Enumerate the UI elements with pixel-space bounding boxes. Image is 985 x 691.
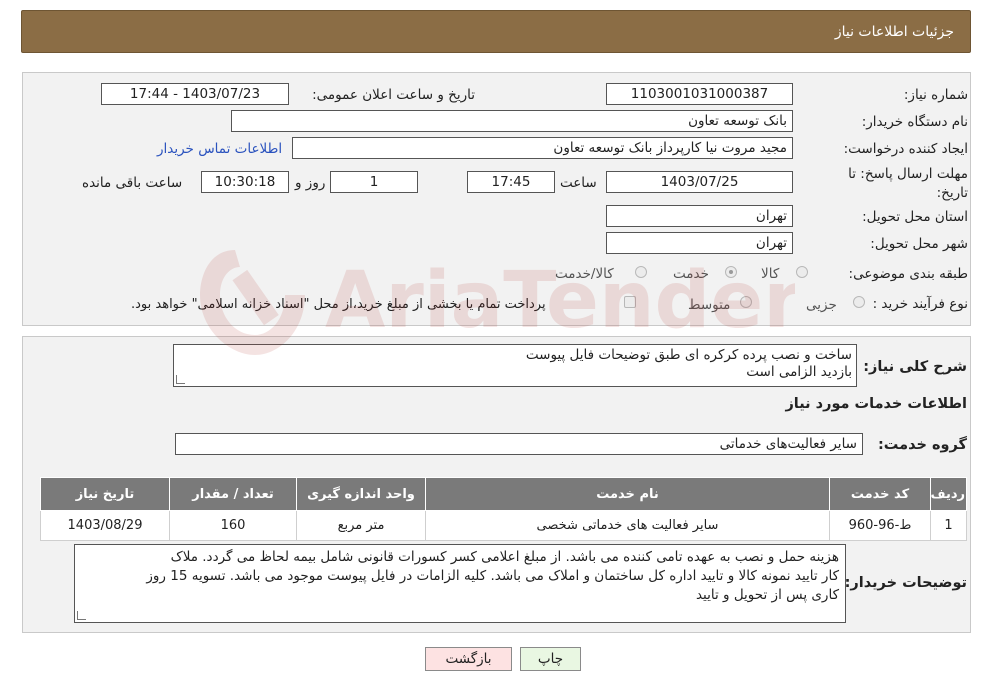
summary-line-2: بازدید الزامی است	[746, 364, 852, 380]
cell-row-no: 1	[930, 510, 967, 541]
category-radio-goods-service[interactable]	[635, 266, 647, 278]
col-header-row-no: ردیف	[930, 477, 967, 511]
cell-need-date: 1403/08/29	[40, 510, 170, 541]
service-group-label: گروه خدمت:	[877, 437, 967, 453]
category-option-goods: کالا	[761, 266, 780, 282]
col-header-service-code: کد خدمت	[829, 477, 931, 511]
remaining-time-field: 10:30:18	[201, 171, 289, 193]
buyer-notes-label: توضیحات خریدار:	[844, 575, 967, 591]
cell-quantity: 160	[169, 510, 297, 541]
buyer-notes-line-3: کاری پس از تحویل و تایید	[695, 587, 839, 603]
category-radio-goods[interactable]	[796, 266, 808, 278]
cell-service-code: ط-96-960	[829, 510, 931, 541]
province-field: تهران	[606, 205, 793, 227]
category-option-goods-service: کالا/خدمت	[555, 266, 614, 282]
table-header-row: ردیف کد خدمت نام خدمت واحد اندازه گیری ت…	[40, 477, 967, 511]
category-radio-service[interactable]	[725, 266, 737, 278]
page-header: جزئیات اطلاعات نیاز	[21, 10, 971, 53]
col-header-unit: واحد اندازه گیری	[296, 477, 426, 511]
payment-note: پرداخت تمام یا بخشی از مبلغ خرید،از محل …	[131, 297, 546, 312]
buyer-notes-line-1: هزینه حمل و نصب به عهده تامی کننده می با…	[170, 549, 839, 565]
process-option-medium: متوسط	[688, 297, 731, 313]
summary-textarea: ساخت و نصب پرده کرکره ای طبق توضیحات فای…	[173, 344, 857, 387]
city-label: شهر محل تحویل:	[870, 236, 968, 252]
days-field: 1	[330, 171, 418, 193]
col-header-need-date: تاریخ نیاز	[40, 477, 170, 511]
need-number-field: 1103001031000387	[606, 83, 793, 105]
print-button[interactable]: چاپ	[520, 647, 581, 671]
col-header-quantity: تعداد / مقدار	[169, 477, 297, 511]
days-label: روز و	[295, 175, 326, 191]
announce-field: 1403/07/23 - 17:44	[101, 83, 289, 105]
deadline-time-label: ساعت	[560, 175, 597, 191]
process-option-minor: جزیی	[806, 297, 837, 313]
buyer-org-field: بانک توسعه تعاون	[231, 110, 793, 132]
buyer-notes-line-2: کار تایید نمونه کالا و تایید اداره کل سا…	[146, 568, 839, 584]
buyer-org-label: نام دستگاه خریدار:	[861, 114, 968, 130]
table-row: 1 ط-96-960 سایر فعالیت های خدماتی شخصی م…	[40, 510, 967, 541]
summary-line-1: ساخت و نصب پرده کرکره ای طبق توضیحات فای…	[525, 347, 852, 363]
process-radio-minor[interactable]	[853, 296, 865, 308]
buyer-notes-textarea: هزینه حمل و نصب به عهده تامی کننده می با…	[74, 544, 846, 623]
deadline-time-field: 17:45	[467, 171, 555, 193]
creator-label: ایجاد کننده درخواست:	[843, 141, 968, 157]
creator-field: مجید مروت نیا کارپرداز بانک توسعه تعاون	[292, 137, 793, 159]
announce-label: تاریخ و ساعت اعلان عمومی:	[312, 87, 475, 103]
page-title: جزئیات اطلاعات نیاز	[834, 24, 954, 40]
service-group-field: سایر فعالیت‌های خدماتی	[175, 433, 863, 455]
buyer-contact-link[interactable]: اطلاعات تماس خریدار	[157, 141, 282, 157]
services-table: ردیف کد خدمت نام خدمت واحد اندازه گیری ت…	[40, 477, 967, 541]
col-header-service-name: نام خدمت	[425, 477, 830, 511]
province-label: استان محل تحویل:	[862, 209, 968, 225]
services-title: اطلاعات خدمات مورد نیاز	[785, 396, 967, 412]
cell-unit: متر مربع	[296, 510, 426, 541]
resize-grip-icon[interactable]	[77, 611, 86, 620]
deadline-date-field: 1403/07/25	[606, 171, 793, 193]
summary-label: شرح کلی نیاز:	[863, 359, 967, 375]
process-radio-medium[interactable]	[740, 296, 752, 308]
treasury-checkbox[interactable]	[624, 296, 636, 308]
city-field: تهران	[606, 232, 793, 254]
category-option-service: خدمت	[673, 266, 709, 282]
cell-service-name: سایر فعالیت های خدماتی شخصی	[425, 510, 830, 541]
need-number-label: شماره نیاز:	[903, 87, 968, 103]
deadline-label: مهلت ارسال پاسخ: تا تاریخ:	[828, 165, 968, 203]
deadline-label-text: مهلت ارسال پاسخ: تا تاریخ:	[848, 166, 968, 201]
process-label: نوع فرآیند خرید :	[872, 296, 968, 312]
remaining-label: ساعت باقی مانده	[82, 175, 183, 191]
back-button[interactable]: بازگشت	[425, 647, 512, 671]
category-label: طبقه بندی موضوعی:	[848, 266, 968, 282]
resize-grip-icon[interactable]	[176, 375, 185, 384]
